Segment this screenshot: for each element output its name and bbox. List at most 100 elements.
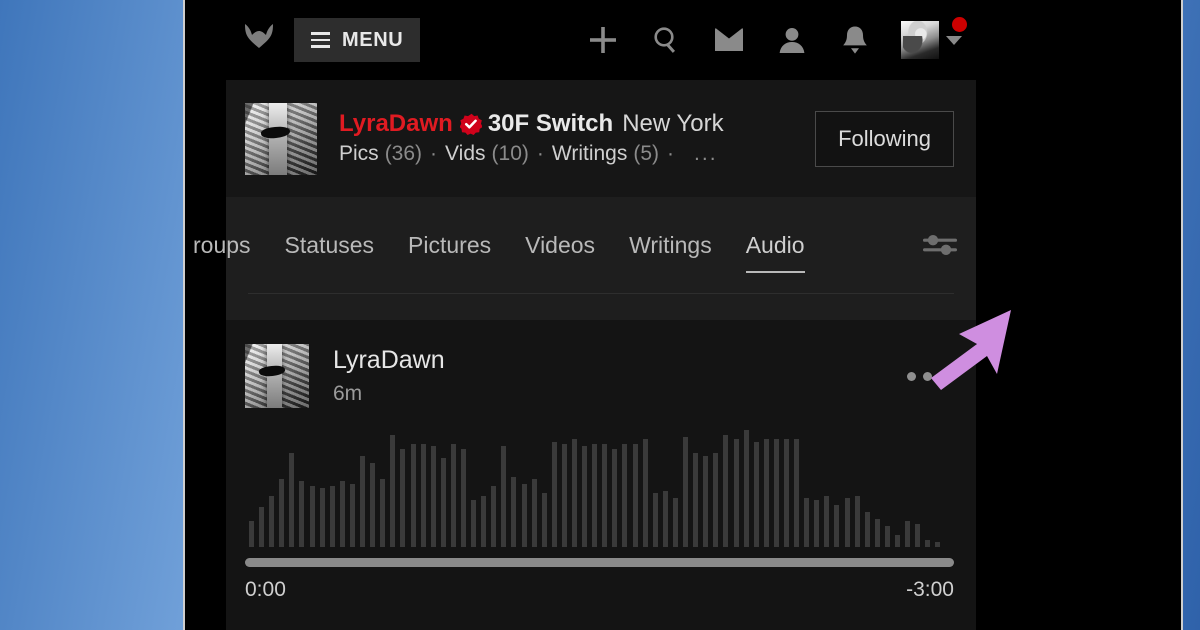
fetlife-logo[interactable] bbox=[237, 18, 281, 62]
waveform-bar bbox=[329, 486, 335, 547]
post-meta: LyraDawn 6m bbox=[333, 346, 445, 406]
notification-badge bbox=[952, 17, 967, 32]
waveform-bar bbox=[874, 519, 880, 547]
waveform-bar bbox=[834, 505, 840, 547]
waveform-bar bbox=[400, 449, 406, 547]
waveform-bar bbox=[360, 456, 366, 547]
verified-badge-icon bbox=[459, 113, 482, 135]
post-author-avatar[interactable] bbox=[245, 344, 309, 408]
waveform-bar bbox=[884, 526, 890, 547]
audio-progress-bar[interactable] bbox=[245, 558, 954, 567]
browser-viewport: MENU LyraDawn 30F Switch New York Pics (… bbox=[190, 0, 1176, 630]
waveform-bar bbox=[652, 493, 658, 547]
waveform-bar bbox=[824, 496, 830, 547]
top-navigation-bar: MENU bbox=[226, 0, 976, 80]
waveform-bar bbox=[380, 479, 386, 547]
avatar bbox=[901, 21, 939, 59]
waveform-bar bbox=[915, 524, 921, 547]
waveform-bar bbox=[743, 430, 749, 547]
chevron-down-icon bbox=[946, 35, 962, 45]
waveform-bar bbox=[783, 439, 789, 547]
waveform-bar bbox=[370, 463, 376, 547]
stat-separator: · bbox=[536, 142, 544, 166]
waveform-bar bbox=[390, 435, 396, 547]
profile-username[interactable]: LyraDawn bbox=[339, 111, 453, 136]
bell-icon[interactable] bbox=[838, 23, 872, 57]
stat-separator: · bbox=[667, 142, 675, 166]
waveform-bar bbox=[763, 439, 769, 547]
waveform-bar bbox=[551, 442, 557, 547]
waveform-bar bbox=[844, 498, 850, 547]
following-button[interactable]: Following bbox=[815, 110, 954, 167]
stat-count-vids: (10) bbox=[491, 142, 529, 166]
audio-time-row: 0:00 -3:00 bbox=[245, 578, 954, 602]
waveform-bar bbox=[632, 444, 638, 547]
waveform-bar bbox=[753, 442, 759, 547]
waveform-bar bbox=[622, 444, 628, 547]
tab-audio[interactable]: Audio bbox=[745, 197, 805, 293]
tab-divider bbox=[248, 293, 954, 294]
search-icon[interactable] bbox=[649, 23, 683, 57]
stat-count-writings: (5) bbox=[633, 142, 660, 166]
tab-videos[interactable]: Videos bbox=[525, 197, 595, 293]
tab-writings[interactable]: Writings bbox=[629, 197, 712, 293]
audio-waveform[interactable] bbox=[245, 430, 954, 547]
stat-label-pics[interactable]: Pics bbox=[339, 142, 379, 166]
stat-label-writings[interactable]: Writings bbox=[552, 142, 627, 166]
plus-icon[interactable] bbox=[586, 23, 620, 57]
audio-time-remaining: -3:00 bbox=[906, 578, 954, 601]
person-icon[interactable] bbox=[775, 23, 809, 57]
waveform-bar bbox=[269, 496, 275, 547]
tab-groups[interactable]: roups bbox=[193, 197, 251, 293]
waveform-bar bbox=[319, 488, 325, 547]
nav-icon-group bbox=[586, 17, 976, 59]
envelope-icon[interactable] bbox=[712, 23, 746, 57]
waveform-bar bbox=[864, 512, 870, 547]
user-avatar-menu[interactable] bbox=[901, 17, 967, 59]
stat-label-vids[interactable]: Vids bbox=[445, 142, 485, 166]
waveform-bar bbox=[895, 535, 900, 547]
waveform-bar bbox=[531, 479, 537, 547]
waveform-bar bbox=[299, 481, 305, 547]
waveform-bar bbox=[733, 439, 739, 547]
waveform-bar bbox=[662, 491, 668, 547]
waveform-bar bbox=[450, 444, 456, 547]
waveform-bar bbox=[259, 507, 265, 547]
waveform-bar bbox=[430, 446, 436, 547]
waveform-bar bbox=[471, 500, 477, 547]
audio-player: 0:00 -3:00 bbox=[245, 430, 954, 602]
waveform-bar bbox=[501, 446, 507, 547]
stats-more-ellipsis[interactable]: ... bbox=[694, 142, 718, 166]
waveform-bar bbox=[693, 453, 699, 547]
waveform-bar bbox=[773, 439, 779, 547]
waveform-bar bbox=[349, 484, 355, 547]
tab-pictures[interactable]: Pictures bbox=[408, 197, 491, 293]
waveform-bar bbox=[925, 540, 931, 547]
profile-avatar[interactable] bbox=[245, 102, 317, 175]
waveform-bar bbox=[410, 444, 416, 547]
profile-age-role: 30F Switch bbox=[487, 109, 614, 137]
tab-statuses[interactable]: Statuses bbox=[285, 197, 375, 293]
waveform-bar bbox=[339, 481, 345, 547]
profile-info: LyraDawn 30F Switch New York Pics (36) ·… bbox=[339, 111, 724, 166]
waveform-bar bbox=[723, 435, 729, 547]
profile-tab-bar: roups Statuses Pictures Videos Writings … bbox=[193, 197, 976, 320]
tab-list: roups Statuses Pictures Videos Writings … bbox=[193, 197, 976, 293]
waveform-bar bbox=[854, 496, 860, 547]
more-options-icon[interactable] bbox=[907, 371, 954, 381]
audio-time-elapsed: 0:00 bbox=[245, 578, 286, 601]
post-timestamp: 6m bbox=[333, 382, 363, 405]
waveform-bar bbox=[905, 521, 911, 547]
menu-button[interactable]: MENU bbox=[294, 18, 421, 62]
waveform-bar bbox=[279, 479, 285, 547]
post-author-name[interactable]: LyraDawn bbox=[333, 346, 445, 375]
waveform-bar bbox=[582, 446, 588, 547]
waveform-bar bbox=[561, 444, 567, 547]
sliders-icon[interactable] bbox=[922, 230, 958, 260]
browser-window-frame: MENU LyraDawn 30F Switch New York Pics (… bbox=[183, 0, 1183, 630]
waveform-bar bbox=[592, 444, 598, 547]
profile-header: LyraDawn 30F Switch New York Pics (36) ·… bbox=[226, 80, 976, 197]
waveform-bar bbox=[521, 484, 527, 547]
page-content: MENU LyraDawn 30F Switch New York Pics (… bbox=[193, 0, 976, 630]
waveform-bar bbox=[541, 493, 547, 547]
